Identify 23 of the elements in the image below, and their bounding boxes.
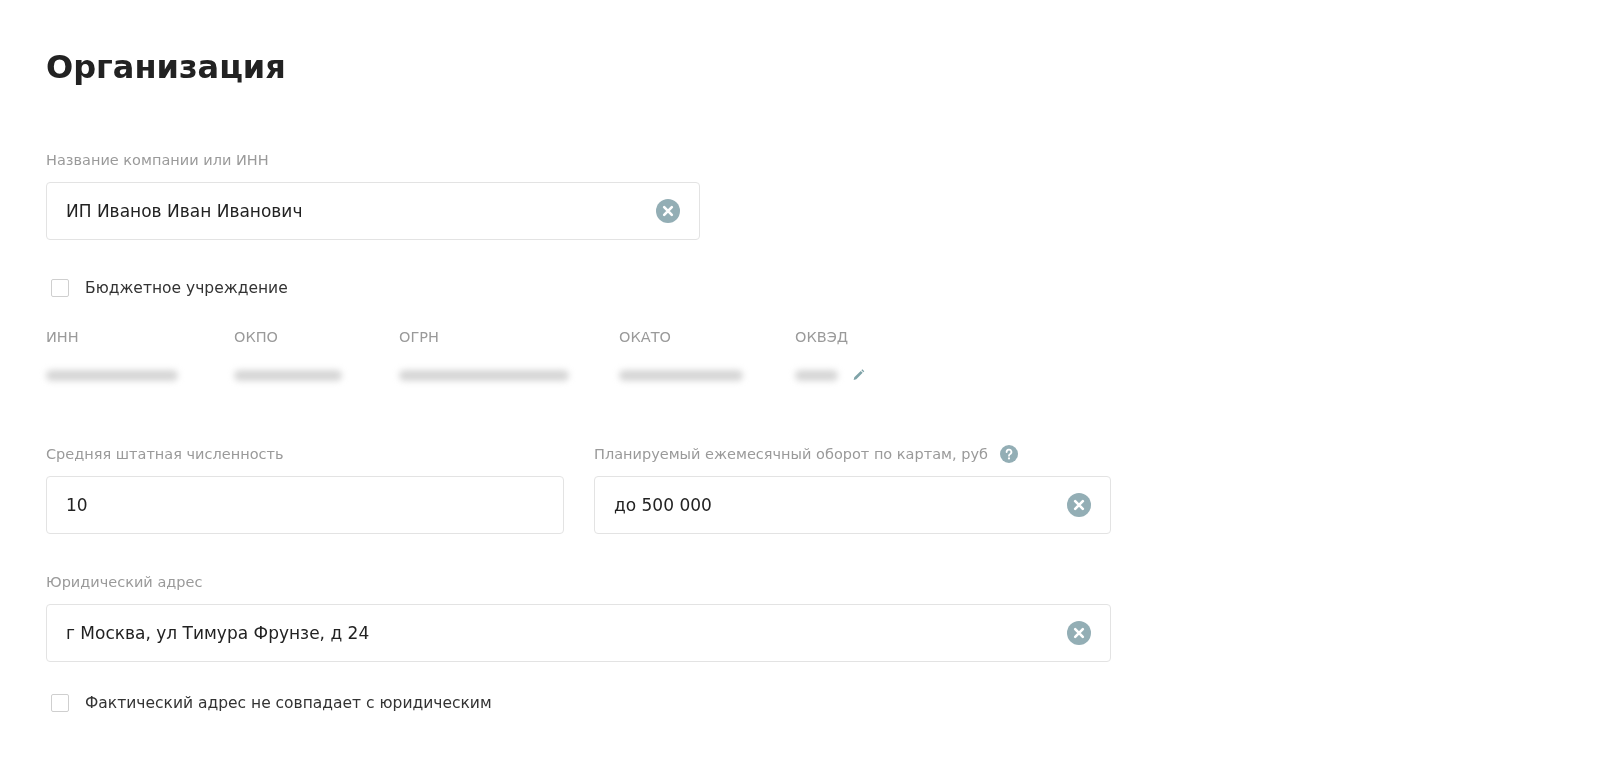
input-field[interactable]: 10 — [46, 476, 564, 534]
code-label: ОКАТО — [619, 328, 672, 347]
checkbox-label: Бюджетное учреждение — [85, 279, 288, 297]
input-field[interactable]: ИП Иванов Иван Иванович — [46, 182, 700, 240]
field-label: Юридический адрес — [46, 573, 204, 592]
input-field[interactable]: г Москва, ул Тимура Фрунзе, д 24 — [46, 604, 1111, 662]
field-label: Планируемый ежемесячный оборот по картам, руб — [594, 445, 988, 464]
help-icon[interactable] — [999, 445, 1018, 463]
clear-icon[interactable] — [1067, 621, 1091, 645]
page-title: Организация — [46, 47, 287, 88]
checkbox[interactable] — [51, 279, 69, 297]
field-label: Название компании или ИНН — [46, 151, 270, 170]
checkbox[interactable] — [51, 694, 69, 712]
checkbox-label: Фактический адрес не совпадает с юридическим — [85, 694, 492, 712]
clear-icon[interactable] — [656, 199, 680, 223]
code-label: ОКВЭД — [795, 328, 850, 347]
code-label: ИНН — [46, 328, 80, 347]
field-label: Средняя штатная численность — [46, 445, 285, 464]
pencil-icon[interactable] — [851, 367, 865, 383]
clear-icon[interactable] — [1067, 493, 1091, 517]
input-field[interactable]: до 500 000 — [594, 476, 1111, 534]
code-label: ОКПО — [234, 328, 280, 347]
code-label: ОГРН — [399, 328, 440, 347]
